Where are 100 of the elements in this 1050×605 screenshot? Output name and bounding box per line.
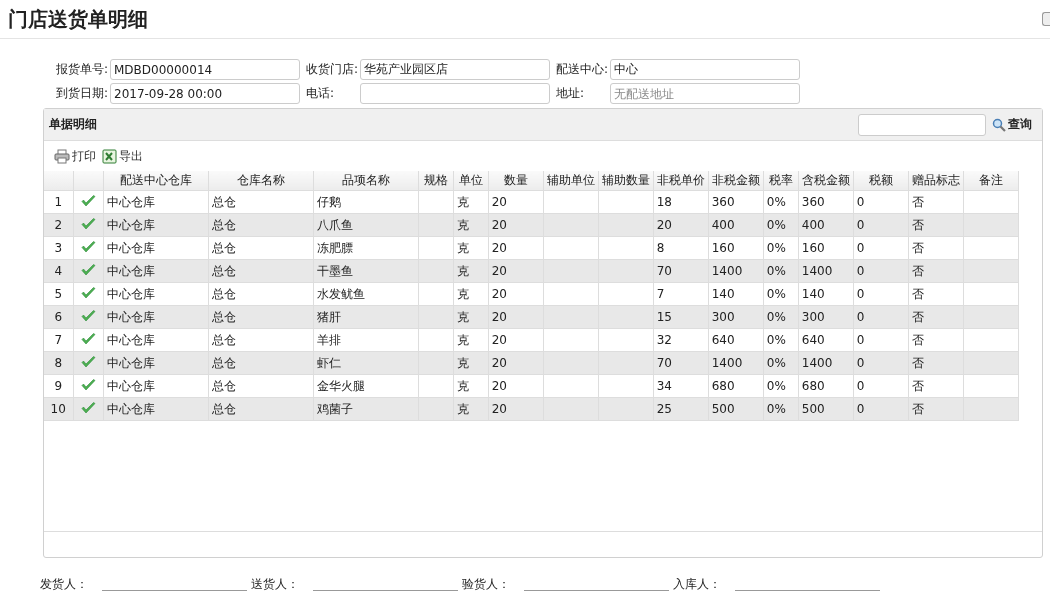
table-cell: 25 <box>653 397 709 421</box>
input-field[interactable]: 中心 <box>610 59 800 80</box>
table-cell: 300 <box>708 305 764 329</box>
table-cell: 7 <box>653 282 709 306</box>
table-cell: 680 <box>708 374 764 398</box>
table-cell: 0 <box>853 259 909 283</box>
table-cell: 20 <box>488 282 544 306</box>
row-number: 3 <box>44 236 73 260</box>
table-cell: 360 <box>708 190 764 214</box>
table-cell: 0% <box>763 259 799 283</box>
table-cell: 640 <box>708 328 764 352</box>
table-cell: 0% <box>763 282 799 306</box>
column-header[interactable]: 仓库名称 <box>208 171 314 191</box>
row-number: 7 <box>44 328 73 352</box>
column-header[interactable]: 品项名称 <box>313 171 419 191</box>
field-label: 报货单号: <box>56 61 108 78</box>
panel-title: 单据明细 <box>49 116 97 133</box>
table-cell: 0% <box>763 397 799 421</box>
export-button[interactable]: 导出 <box>102 147 143 165</box>
table-cell: 140 <box>708 282 764 306</box>
table-cell: 70 <box>653 259 709 283</box>
table-cell: 20 <box>488 259 544 283</box>
input-field[interactable] <box>360 83 550 104</box>
table-cell: 总仓 <box>208 282 314 306</box>
table-cell: 中心仓库 <box>103 236 209 260</box>
printer-icon <box>54 148 70 164</box>
search-button[interactable]: 查询 <box>992 116 1032 133</box>
table-cell: 8 <box>653 236 709 260</box>
table-cell: 中心仓库 <box>103 397 209 421</box>
column-header[interactable]: 单位 <box>453 171 489 191</box>
table-cell: 冻肥膘 <box>313 236 419 260</box>
input-field[interactable]: 无配送地址 <box>610 83 800 104</box>
column-header[interactable]: 税率 <box>763 171 799 191</box>
table-cell: 1400 <box>798 351 854 375</box>
row-number: 5 <box>44 282 73 306</box>
table-cell: 140 <box>798 282 854 306</box>
row-number: 1 <box>44 190 73 214</box>
table-cell: 360 <box>798 190 854 214</box>
table-cell: 0% <box>763 328 799 352</box>
table-cell: 18 <box>653 190 709 214</box>
checkmark-icon <box>80 355 96 368</box>
table-cell: 0% <box>763 374 799 398</box>
print-button[interactable]: 打印 <box>54 147 96 165</box>
table-cell: 克 <box>453 259 489 283</box>
input-field[interactable]: MDBD00000014 <box>110 59 300 80</box>
table-cell: 500 <box>708 397 764 421</box>
table-cell: 干墨鱼 <box>313 259 419 283</box>
table-cell: 羊排 <box>313 328 419 352</box>
table-cell: 否 <box>908 259 964 283</box>
table-cell: 400 <box>708 213 764 237</box>
column-header[interactable]: 辅助单位 <box>543 171 599 191</box>
table-cell: 0 <box>853 190 909 214</box>
spreadsheet-icon <box>102 148 117 164</box>
column-header[interactable]: 辅助数量 <box>598 171 654 191</box>
table-cell: 20 <box>488 374 544 398</box>
table-cell: 400 <box>798 213 854 237</box>
table-cell: 70 <box>653 351 709 375</box>
column-header[interactable]: 含税金额 <box>798 171 854 191</box>
search-icon <box>992 117 1006 132</box>
column-header[interactable]: 非税金额 <box>708 171 764 191</box>
field-label: 到货日期: <box>56 85 108 102</box>
input-field[interactable]: 华苑产业园区店 <box>360 59 550 80</box>
edge-button[interactable] <box>1042 12 1050 26</box>
table-cell: 否 <box>908 282 964 306</box>
table-cell: 160 <box>798 236 854 260</box>
column-header[interactable]: 配送中心仓库 <box>103 171 209 191</box>
table-cell: 500 <box>798 397 854 421</box>
search-field[interactable] <box>858 113 986 136</box>
column-header[interactable]: 税额 <box>853 171 909 191</box>
column-header[interactable]: 赠品标志 <box>908 171 964 191</box>
table-cell: 680 <box>798 374 854 398</box>
table-cell: 中心仓库 <box>103 282 209 306</box>
table-cell: 0 <box>853 305 909 329</box>
table-cell: 34 <box>653 374 709 398</box>
checkmark-icon <box>80 240 96 253</box>
column-header[interactable]: 规格 <box>418 171 454 191</box>
row-number: 8 <box>44 351 73 375</box>
column-header[interactable]: 备注 <box>963 171 1019 191</box>
column-header[interactable]: 数量 <box>488 171 544 191</box>
table-cell: 15 <box>653 305 709 329</box>
signature-label: 验货人： <box>462 576 510 593</box>
table-cell: 仔鹅 <box>313 190 419 214</box>
table-cell: 20 <box>488 305 544 329</box>
input-field[interactable]: 2017-09-28 00:00 <box>110 83 300 104</box>
table-cell: 总仓 <box>208 236 314 260</box>
table-cell: 克 <box>453 351 489 375</box>
table-cell: 0% <box>763 305 799 329</box>
checkmark-icon <box>80 194 96 207</box>
table-cell: 0 <box>853 282 909 306</box>
table-cell: 20 <box>488 351 544 375</box>
column-header[interactable]: 非税单价 <box>653 171 709 191</box>
table-cell: 总仓 <box>208 305 314 329</box>
table-cell: 水发鱿鱼 <box>313 282 419 306</box>
table-cell: 否 <box>908 374 964 398</box>
table-cell: 猪肝 <box>313 305 419 329</box>
table-cell: 0 <box>853 236 909 260</box>
table-cell: 金华火腿 <box>313 374 419 398</box>
table-cell: 克 <box>453 305 489 329</box>
signature-label: 入库人： <box>673 576 721 593</box>
table-cell: 总仓 <box>208 259 314 283</box>
